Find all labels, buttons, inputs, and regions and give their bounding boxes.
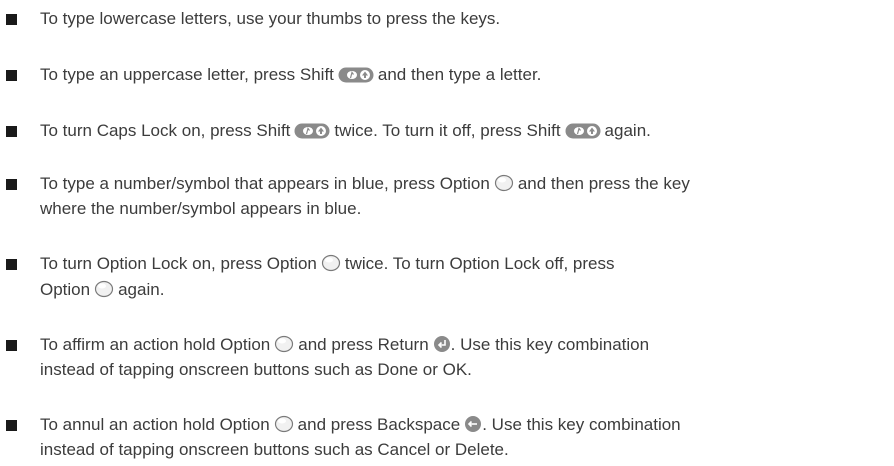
option-key-icon: [494, 174, 514, 192]
item-text: again.: [118, 280, 165, 299]
item-text: To affirm an action hold Option: [40, 335, 271, 354]
item-text: instead of tapping onscreen buttons such…: [40, 440, 509, 459]
option-key-icon: [321, 254, 341, 272]
option-key-icon: [94, 280, 114, 298]
item-text: twice. To turn Option Lock off, press: [344, 254, 615, 273]
bullet-icon: [6, 420, 17, 431]
item-text: instead of tapping onscreen buttons such…: [40, 360, 472, 379]
item-text: and then press the key: [517, 174, 690, 193]
bullet-icon: [6, 70, 17, 81]
item-text: To type a number/symbol that appears in …: [40, 174, 490, 193]
item-text: and then type a letter.: [377, 65, 542, 84]
shift-key-icon: [338, 67, 374, 83]
bullet-icon: [6, 340, 17, 351]
item-text: again.: [604, 121, 651, 140]
return-key-icon: [433, 335, 451, 353]
item-text: To turn Option Lock on, press Option: [40, 254, 317, 273]
item-text: and press Return: [298, 335, 429, 354]
item-text: . Use this key combination: [482, 415, 681, 434]
shift-key-icon: [565, 123, 601, 139]
item-text: where the number/symbol appears in blue.: [40, 199, 362, 218]
item-text: . Use this key combination: [450, 335, 650, 354]
bullet-icon: [6, 179, 17, 190]
item-text: Option: [40, 280, 91, 299]
shift-key-icon: [294, 123, 330, 139]
item-text: To type lowercase letters, use your thum…: [40, 9, 501, 28]
option-key-icon: [274, 335, 294, 353]
option-key-icon: [274, 415, 294, 433]
item-text: twice. To turn it off, press Shift: [334, 121, 561, 140]
bullet-icon: [6, 259, 17, 270]
bullet-icon: [6, 126, 17, 137]
item-text: To type an uppercase letter, press Shift: [40, 65, 334, 84]
bullet-icon: [6, 14, 17, 25]
backspace-key-icon: [464, 415, 482, 433]
item-text: To annul an action hold Option: [40, 415, 270, 434]
item-text: and press Backspace: [297, 415, 461, 434]
item-text: To turn Caps Lock on, press Shift: [40, 121, 291, 140]
